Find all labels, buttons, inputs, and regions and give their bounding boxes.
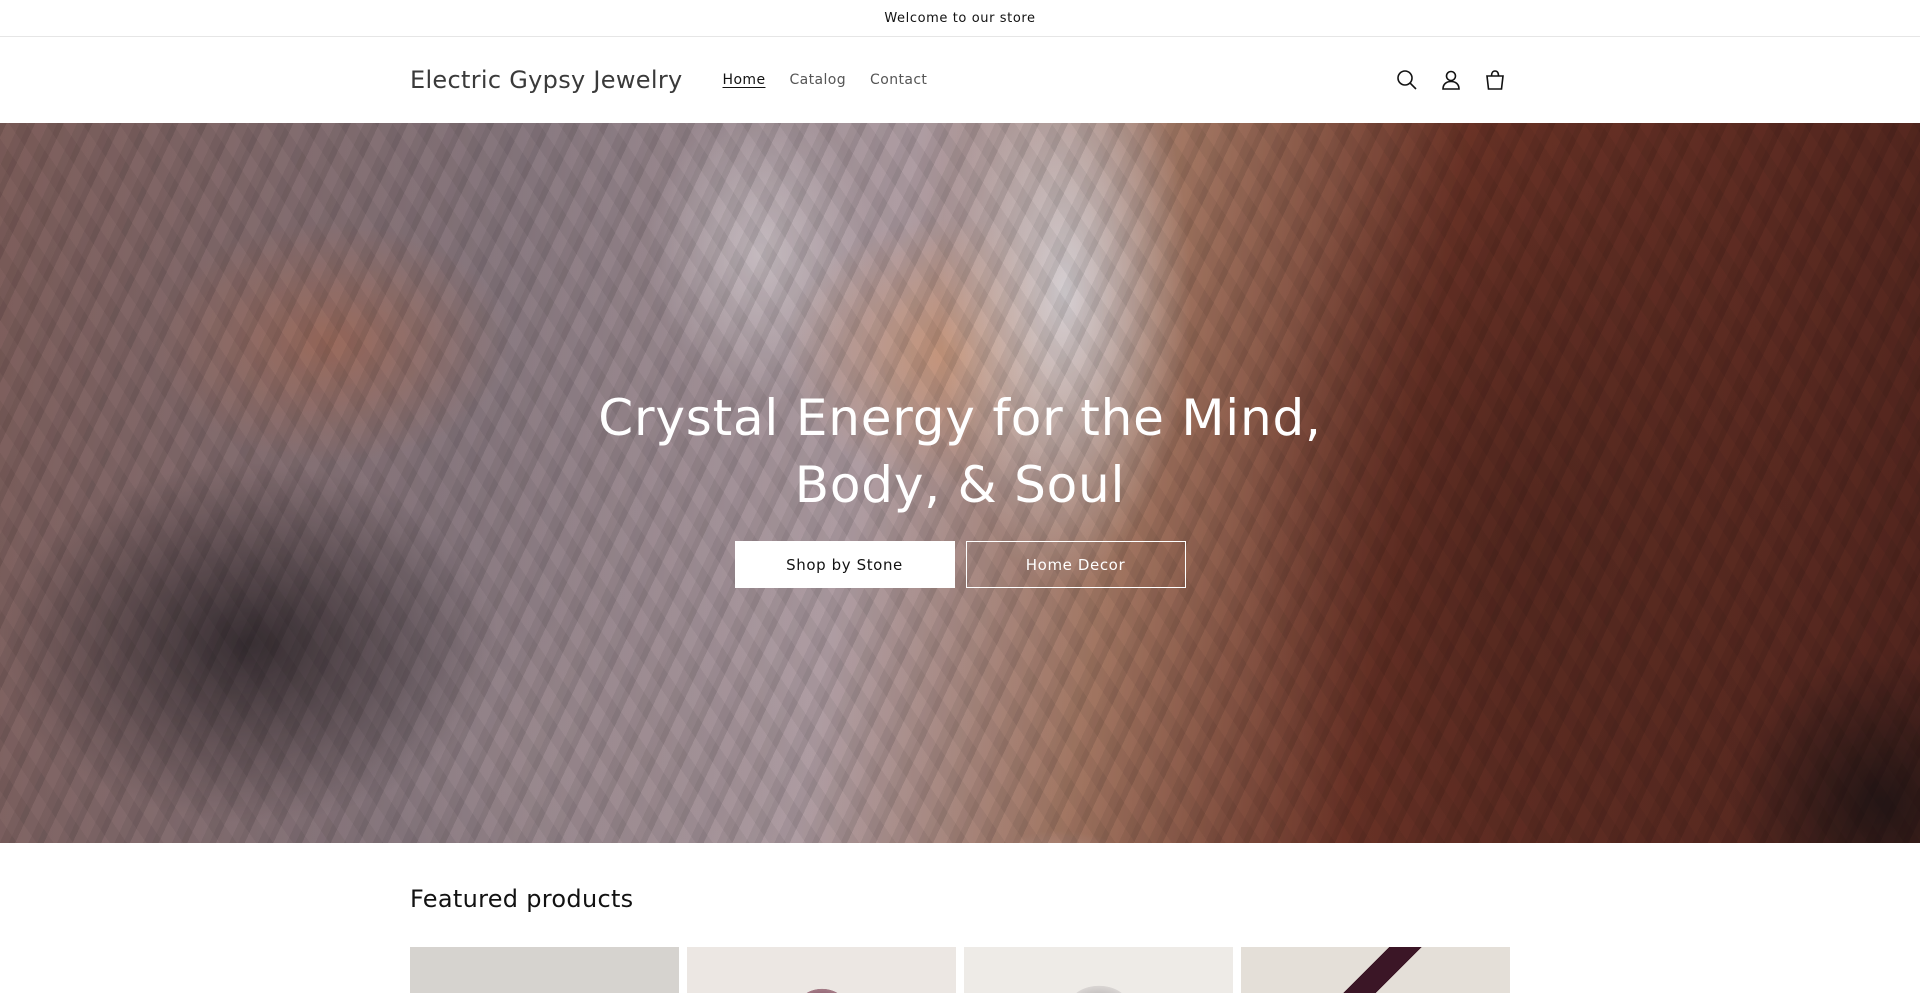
cart-icon[interactable] — [1480, 65, 1510, 95]
home-decor-button[interactable]: Home Decor — [965, 541, 1186, 588]
product-image[interactable] — [687, 947, 956, 993]
featured-title: Featured products — [410, 885, 634, 913]
product-card[interactable] — [964, 947, 1233, 993]
shop-by-stone-button[interactable]: Shop by Stone — [734, 541, 955, 588]
hero-title: Crystal Energy for the Mind, Body, & Sou… — [598, 389, 1322, 514]
header-icons — [1392, 37, 1510, 123]
site-header: Electric Gypsy Jewelry Home Catalog Cont… — [410, 37, 1510, 123]
nav-contact[interactable]: Contact — [858, 72, 939, 88]
search-icon[interactable] — [1392, 65, 1422, 95]
product-grid — [410, 947, 1510, 993]
announcement-text: Welcome to our store — [884, 10, 1036, 26]
featured-products: Featured products — [410, 843, 1510, 993]
nav-catalog[interactable]: Catalog — [777, 72, 858, 88]
product-image[interactable] — [410, 947, 679, 993]
product-image[interactable] — [964, 947, 1233, 993]
main-nav: Home Catalog Contact — [711, 72, 940, 88]
hero-buttons: Shop by Stone Home Decor — [734, 541, 1186, 588]
announcement-bar: Welcome to our store — [0, 0, 1920, 37]
product-card[interactable] — [687, 947, 956, 993]
hero-banner: Crystal Energy for the Mind, Body, & Sou… — [0, 123, 1920, 843]
product-card[interactable] — [1241, 947, 1510, 993]
account-icon[interactable] — [1436, 65, 1466, 95]
product-image[interactable] — [1241, 947, 1510, 993]
nav-home[interactable]: Home — [711, 72, 778, 88]
store-logo[interactable]: Electric Gypsy Jewelry — [410, 66, 683, 94]
hero-content: Crystal Energy for the Mind, Body, & Sou… — [0, 385, 1920, 588]
product-card[interactable] — [410, 947, 679, 993]
